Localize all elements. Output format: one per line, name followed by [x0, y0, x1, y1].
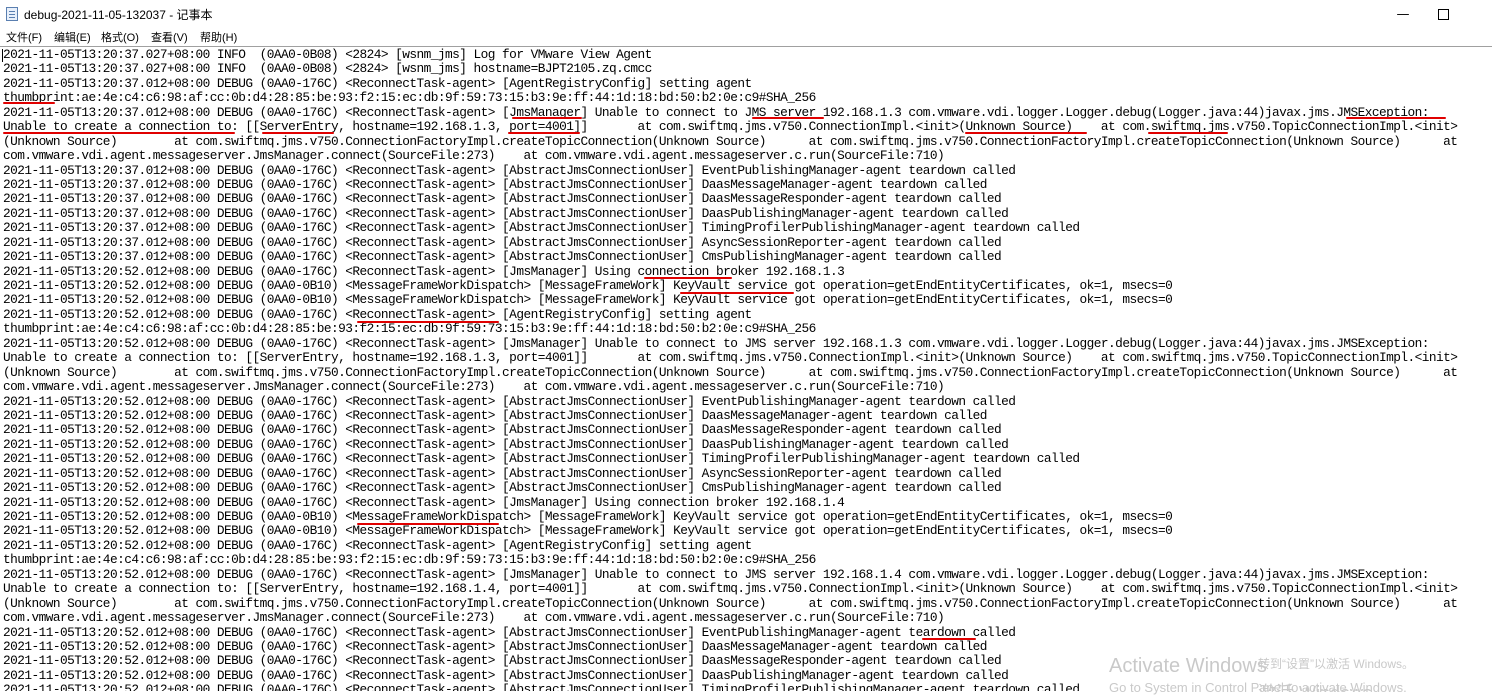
log-line: thumbprint:ae:4e:c4:c6:98:af:cc:0b:d4:28…: [3, 321, 816, 337]
notepad-icon: [6, 7, 18, 21]
log-line: (Unknown Source) at com.swiftmq.jms.v750…: [3, 364, 1458, 380]
annotation-underline: [1346, 117, 1446, 119]
log-text: 2021-11-05T13:20:37.027+08:00 INFO (0AA0…: [3, 47, 1458, 691]
log-line: 2021-11-05T13:20:52.012+08:00 DEBUG (0AA…: [3, 292, 1173, 308]
log-line: 2021-11-05T13:20:37.027+08:00 INFO (0AA0…: [3, 47, 652, 62]
annotation-underline: [3, 102, 55, 104]
annotation-underline: [965, 132, 1087, 134]
log-line: Unable to create a connection to: [[Serv…: [3, 581, 1458, 597]
activation-watermark-title: Activate Windows: [1109, 655, 1267, 677]
maximize-icon: [1437, 8, 1449, 20]
annotation-underline: [357, 321, 499, 323]
annotation-underline: [512, 117, 582, 119]
log-line: 2021-11-05T13:20:52.012+08:00 DEBUG (0AA…: [3, 537, 752, 553]
menu-file[interactable]: 文件(F): [6, 29, 42, 45]
log-line: 2021-11-05T13:20:37.012+08:00 DEBUG (0AA…: [3, 162, 1016, 178]
title-bar: debug-2021-11-05-132037 - 记事本 —: [0, 0, 1492, 29]
log-line: 2021-11-05T13:20:52.012+08:00 DEBUG (0AA…: [3, 509, 1173, 524]
window-title: debug-2021-11-05-132037 - 记事本: [24, 8, 213, 22]
log-line: 2021-11-05T13:20:52.012+08:00 DEBUG (0AA…: [3, 566, 1429, 582]
log-line: 2021-11-05T13:20:52.012+08:00 DEBUG (0AA…: [3, 306, 752, 322]
log-line: 2021-11-05T13:20:37.012+08:00 DEBUG (0AA…: [3, 191, 1002, 207]
log-line: 2021-11-05T13:20:52.012+08:00 DEBUG (0AA…: [3, 407, 987, 423]
log-line: 2021-11-05T13:20:37.012+08:00 DEBUG (0AA…: [3, 220, 1080, 236]
activation-watermark-sub: 转到“设置”以激活 Windows。: [1258, 657, 1415, 671]
text-editor[interactable]: 2021-11-05T13:20:37.027+08:00 INFO (0AA0…: [0, 46, 1492, 691]
menu-bar: 文件(F) 编辑(E) 格式(O) 查看(V) 帮助(H): [0, 28, 1492, 46]
log-line: 2021-11-05T13:20:37.027+08:00 INFO (0AA0…: [3, 61, 652, 77]
log-line: (Unknown Source) at com.swiftmq.jms.v750…: [3, 595, 1458, 611]
log-line: thumbprint:ae:4e:c4:c6:98:af:cc:0b:d4:28…: [3, 90, 816, 106]
log-line: 2021-11-05T13:20:52.012+08:00 DEBUG (0AA…: [3, 465, 1002, 481]
log-line: com.vmware.vdi.agent.messageserver.JmsMa…: [3, 379, 945, 395]
text-caret: [2, 49, 3, 62]
annotation-underline: [357, 523, 499, 525]
annotation-underline: [752, 117, 824, 119]
log-line: (Unknown Source) at com.swiftmq.jms.v750…: [3, 133, 1458, 149]
annotation-underline: [508, 132, 580, 134]
log-line: 2021-11-05T13:20:37.012+08:00 DEBUG (0AA…: [3, 205, 1009, 221]
log-line: com.vmware.vdi.agent.messageserver.JmsMa…: [3, 148, 945, 164]
log-line: 2021-11-05T13:20:52.012+08:00 DEBUG (0AA…: [3, 436, 1009, 452]
menu-edit[interactable]: 编辑(E): [54, 29, 91, 45]
log-line: 2021-11-05T13:20:37.012+08:00 DEBUG (0AA…: [3, 234, 1002, 250]
maximize-button[interactable]: [1420, 0, 1466, 28]
log-line: 2021-11-05T13:20:52.012+08:00 DEBUG (0AA…: [3, 451, 1080, 467]
log-line: 2021-11-05T13:20:37.012+08:00 DEBUG (0AA…: [3, 104, 1429, 120]
log-line: 2021-11-05T13:20:52.012+08:00 DEBUG (0AA…: [3, 335, 1429, 351]
log-line: 2021-11-05T13:20:37.012+08:00 DEBUG (0AA…: [3, 176, 987, 192]
log-line: thumbprint:ae:4e:c4:c6:98:af:cc:0b:d4:28…: [3, 552, 816, 568]
annotation-underline: [644, 277, 732, 279]
log-line: Unable to create a connection to: [[Serv…: [3, 350, 1458, 366]
activation-watermark-hint: Go to System in Control Panel to activat…: [1109, 680, 1407, 695]
log-line: 2021-11-05T13:20:37.012+08:00 DEBUG (0AA…: [3, 249, 1002, 265]
minimize-icon: —: [1396, 6, 1410, 22]
annotation-underline: [1148, 132, 1228, 134]
menu-view[interactable]: 查看(V): [151, 29, 188, 45]
log-line: 2021-11-05T13:20:52.012+08:00 DEBUG (0AA…: [3, 624, 1016, 640]
log-line: 2021-11-05T13:20:52.012+08:00 DEBUG (0AA…: [3, 638, 987, 654]
annotation-underline: [262, 132, 334, 134]
log-line: 2021-11-05T13:20:52.012+08:00 DEBUG (0AA…: [3, 480, 1002, 496]
log-line: 2021-11-05T13:20:52.012+08:00 DEBUG (0AA…: [3, 422, 1002, 438]
log-line: 2021-11-05T13:20:52.012+08:00 DEBUG (0AA…: [3, 393, 1016, 409]
menu-help[interactable]: 帮助(H): [200, 29, 237, 45]
annotation-underline: [3, 132, 235, 134]
annotation-underline: [922, 638, 976, 640]
log-line: 2021-11-05T13:20:52.012+08:00 DEBUG (0AA…: [3, 494, 845, 510]
log-line: 2021-11-05T13:20:37.012+08:00 DEBUG (0AA…: [3, 75, 752, 91]
menu-format[interactable]: 格式(O): [101, 29, 139, 45]
log-line: com.vmware.vdi.agent.messageserver.JmsMa…: [3, 610, 945, 626]
log-line: 2021-11-05T13:20:52.012+08:00 DEBUG (0AA…: [3, 523, 1173, 539]
annotation-underline: [680, 292, 794, 294]
